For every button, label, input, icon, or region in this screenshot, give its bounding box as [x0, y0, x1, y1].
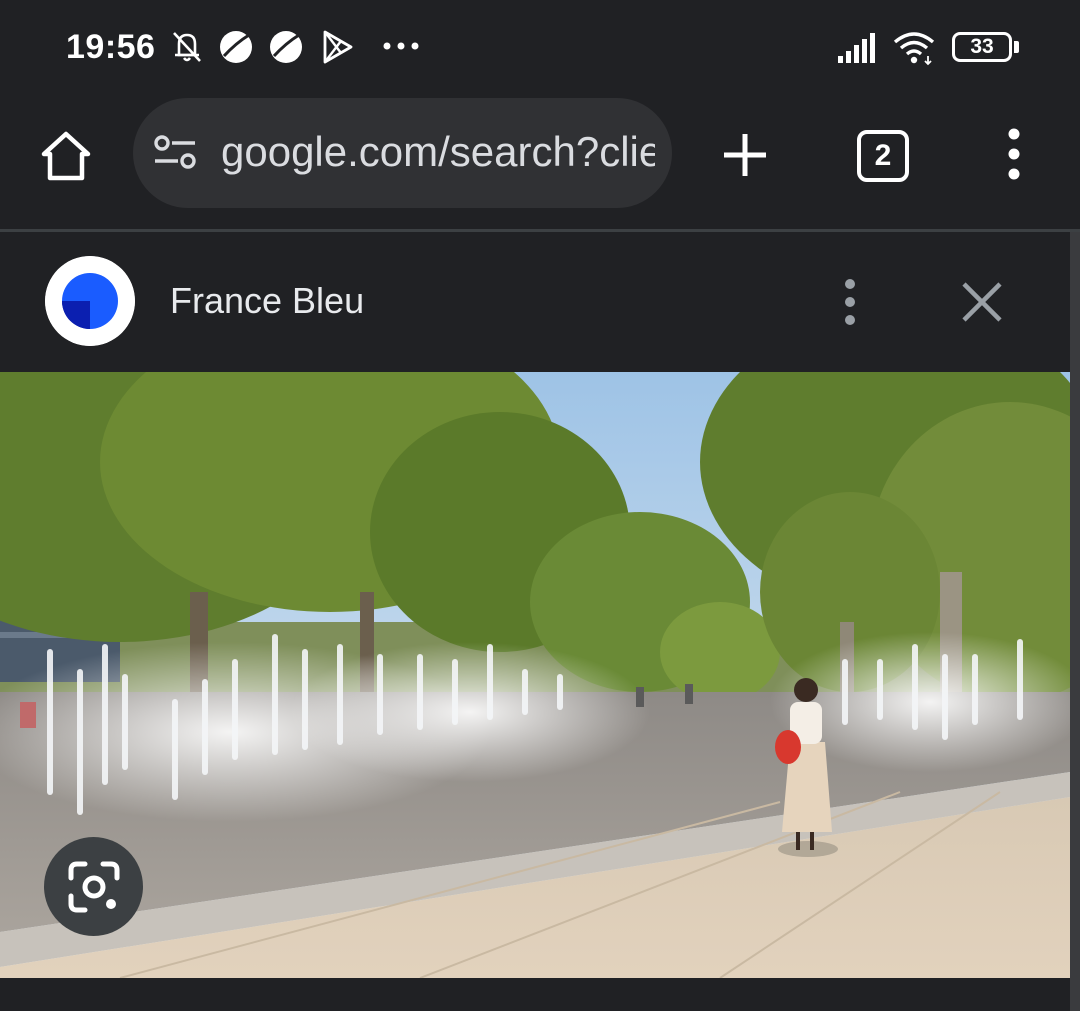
- more-dots-icon: [383, 42, 419, 50]
- battery-level: 33: [970, 35, 994, 58]
- preview-image[interactable]: [0, 372, 1070, 978]
- plus-icon: [724, 134, 766, 176]
- tab-count: 2: [874, 139, 892, 172]
- scrollbar[interactable]: [1070, 232, 1080, 1011]
- omnibox[interactable]: google.com/search?client=ms-android: [133, 98, 672, 208]
- tab-switcher-button[interactable]: 2: [857, 130, 909, 182]
- close-icon: [962, 282, 1002, 322]
- signal-icon: [838, 33, 875, 63]
- source-name[interactable]: France Bleu: [170, 280, 364, 322]
- close-button[interactable]: [958, 278, 1006, 326]
- bell-off-icon: [173, 32, 201, 62]
- battery-icon: 33: [952, 32, 1012, 62]
- tune-icon[interactable]: [153, 134, 197, 170]
- source-logo[interactable]: [45, 256, 135, 346]
- source-menu-button[interactable]: [838, 278, 862, 326]
- home-icon: [41, 131, 91, 181]
- home-button[interactable]: [36, 128, 96, 184]
- browser-menu-button[interactable]: [1000, 128, 1028, 180]
- kebab-menu-icon: [1008, 128, 1020, 180]
- lens-icon: [68, 861, 119, 912]
- kebab-menu-icon: [845, 279, 855, 325]
- battery-tip: [1014, 41, 1019, 53]
- play-store-icon: [323, 30, 353, 64]
- new-tab-button[interactable]: [720, 130, 770, 180]
- france-bleu-logo-icon: [45, 256, 135, 346]
- status-time: 19:56: [66, 28, 156, 66]
- google-lens-button[interactable]: [44, 837, 143, 936]
- wifi-icon: [893, 32, 935, 66]
- planet-icon: [270, 31, 302, 63]
- plaza-fountain-image: [0, 372, 1070, 978]
- planet-icon: [220, 31, 252, 63]
- status-bar: 19:56 33: [0, 0, 1080, 96]
- url-text[interactable]: google.com/search?client=ms-android: [221, 128, 655, 176]
